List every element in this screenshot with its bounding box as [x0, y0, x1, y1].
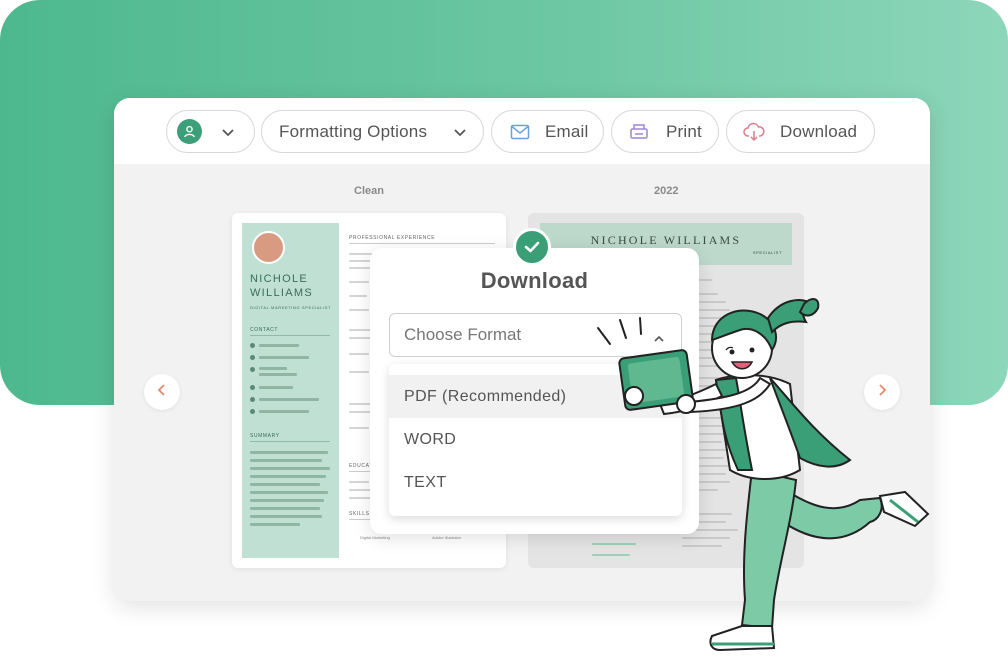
formatting-options-button[interactable]: Formatting Options	[261, 110, 484, 153]
resume-name: NICHOLE WILLIAMS	[250, 273, 313, 299]
resume-role: DIGITAL MARKETING SPECIALIST	[250, 305, 332, 310]
email-button[interactable]: Email	[491, 110, 604, 153]
summary-line	[250, 483, 320, 486]
format-select-placeholder: Choose Format	[404, 325, 522, 344]
contact-line	[259, 398, 319, 401]
summary-line	[250, 451, 328, 454]
experience-heading: PROFESSIONAL EXPERIENCE	[349, 235, 495, 244]
profile-photo	[252, 231, 285, 264]
email-icon	[250, 355, 255, 360]
skill-item: Adobe Illustrator	[432, 535, 462, 540]
download-label: Download	[780, 121, 858, 141]
exp-line	[349, 295, 367, 297]
printer-icon	[628, 121, 650, 143]
phone-icon	[250, 343, 255, 348]
exp-line	[349, 353, 369, 355]
contact-line	[259, 410, 309, 413]
template-label-2022: 2022	[654, 185, 679, 197]
edu-line	[349, 481, 369, 483]
contact-line	[259, 344, 299, 347]
chevron-down-icon	[453, 122, 467, 147]
summary-line	[250, 475, 326, 478]
user-icon	[177, 119, 202, 144]
contact-line	[259, 386, 293, 389]
contact-heading: CONTACT	[250, 327, 330, 336]
cloud-download-icon	[743, 121, 765, 143]
summary-line	[250, 515, 322, 518]
contact-line	[259, 356, 309, 359]
exp-line	[349, 309, 369, 311]
summary-heading: SUMMARY	[250, 433, 330, 442]
summary-line	[250, 523, 300, 526]
chevron-left-icon	[157, 383, 167, 401]
girl-with-tablet-illustration	[597, 298, 930, 652]
summary-line	[250, 467, 330, 470]
envelope-icon	[509, 121, 531, 143]
summary-line	[250, 499, 324, 502]
linkedin-icon	[250, 397, 255, 402]
twitter-icon	[250, 409, 255, 414]
summary-line	[250, 507, 320, 510]
location-icon	[250, 367, 255, 372]
exp-line	[349, 281, 369, 283]
edu-line	[349, 497, 371, 499]
summary-line	[250, 491, 328, 494]
contact-line	[259, 373, 297, 376]
print-button[interactable]: Print	[611, 110, 719, 153]
email-label: Email	[545, 121, 589, 141]
account-menu-button[interactable]	[166, 110, 255, 153]
template-label-clean: Clean	[354, 185, 384, 197]
summary-line	[250, 459, 322, 462]
toolbar: Formatting Options Email Print Download	[114, 98, 930, 164]
download-button[interactable]: Download	[726, 110, 875, 153]
exp-line	[349, 371, 369, 373]
skill-item: Digital Marketing	[360, 535, 390, 540]
formatting-options-label: Formatting Options	[279, 121, 428, 141]
resume-sidebar: NICHOLE WILLIAMS DIGITAL MARKETING SPECI…	[242, 223, 339, 558]
print-label: Print	[666, 121, 702, 141]
resume-name: NICHOLE WILLIAMS	[590, 233, 742, 247]
previous-template-button[interactable]	[144, 374, 180, 410]
exp-line	[349, 403, 371, 405]
chevron-down-icon	[221, 122, 235, 147]
website-icon	[250, 385, 255, 390]
contact-line	[259, 367, 287, 370]
checkmark-icon	[513, 228, 551, 266]
resume-role: SPECIALIST	[752, 250, 782, 255]
page: Formatting Options Email Print Download …	[0, 0, 1008, 667]
exp-line	[349, 427, 369, 429]
